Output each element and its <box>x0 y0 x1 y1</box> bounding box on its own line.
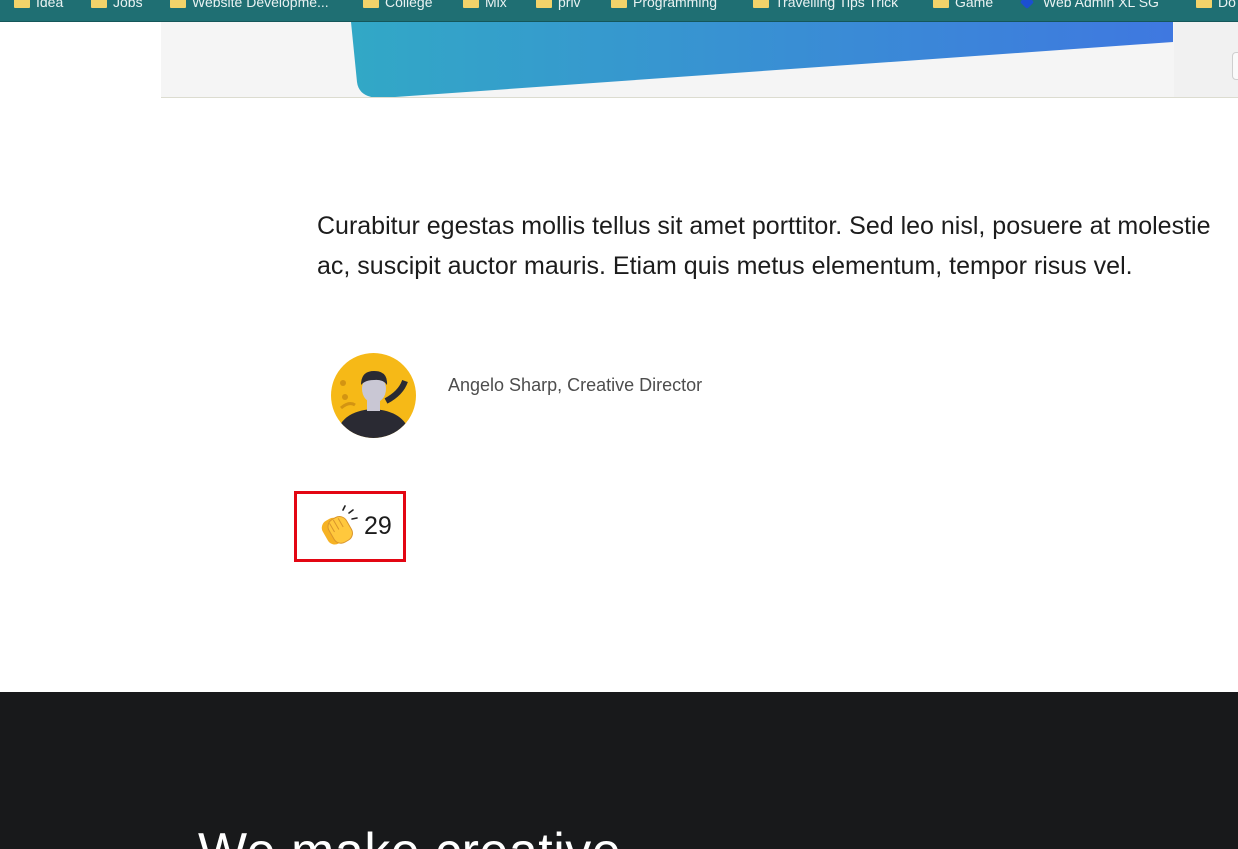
folder-icon <box>91 0 107 8</box>
bookmark-label: Programming <box>633 0 718 10</box>
bookmark-label: Website Developme... <box>192 0 329 10</box>
bookmark-programming[interactable]: Programming <box>611 0 717 12</box>
footer: We make creative <box>0 692 1238 849</box>
bookmark-label: Web Admin XL SG <box>1043 0 1159 10</box>
folder-icon <box>753 0 769 8</box>
clapping-hands-icon <box>321 505 358 545</box>
author-name: Angelo Sharp, Creative Director <box>448 375 703 395</box>
bookmark-label: priv <box>558 0 581 10</box>
folder-icon <box>463 0 479 8</box>
hero-gradient-graphic <box>351 22 1173 97</box>
folder-icon <box>536 0 552 8</box>
bookmark-web-admin[interactable]: Web Admin XL SG <box>1021 0 1159 12</box>
bookmark-jobs[interactable]: Jobs <box>91 0 143 12</box>
bookmark-game[interactable]: Game <box>933 0 993 12</box>
bookmark-do[interactable]: Do <box>1196 0 1236 12</box>
bookmarks-bar: Idea Jobs Website Developme... College M… <box>0 0 1238 22</box>
bookmark-idea[interactable]: Idea <box>14 0 63 12</box>
bookmark-label: Travelling Tips Trick <box>775 0 899 10</box>
folder-icon <box>14 0 30 8</box>
bookmark-college[interactable]: College <box>363 0 432 12</box>
folder-icon <box>611 0 627 8</box>
clap-button[interactable]: 29 <box>316 505 392 547</box>
testimonial-quote: Curabitur egestas mollis tellus sit amet… <box>317 212 1211 280</box>
bookmark-priv[interactable]: priv <box>536 0 581 12</box>
folder-icon <box>363 0 379 8</box>
bookmark-label: Game <box>955 0 994 10</box>
page: Idea Jobs Website Developme... College M… <box>0 0 1238 849</box>
folder-icon <box>1196 0 1212 8</box>
bookmark-travelling-tips[interactable]: Travelling Tips Trick <box>753 0 898 12</box>
bookmark-label: Idea <box>36 0 64 10</box>
hero-image <box>161 22 1238 98</box>
web-admin-icon <box>1021 0 1037 8</box>
bookmark-website-development[interactable]: Website Developme... <box>170 0 329 12</box>
bookmark-label: Jobs <box>113 0 143 10</box>
folder-icon <box>933 0 949 8</box>
bookmark-label: Do <box>1218 0 1236 10</box>
clap-count: 29 <box>364 511 392 540</box>
testimonial-author: Angelo Sharp, Creative Director <box>331 353 831 438</box>
hero-side-card <box>1174 22 1238 97</box>
bookmark-label: Mix <box>485 0 507 10</box>
person-avatar-icon <box>331 353 416 438</box>
folder-icon <box>170 0 186 8</box>
bookmark-label: College <box>385 0 433 10</box>
bookmark-mix[interactable]: Mix <box>463 0 507 12</box>
footer-heading: We make creative <box>198 822 621 849</box>
